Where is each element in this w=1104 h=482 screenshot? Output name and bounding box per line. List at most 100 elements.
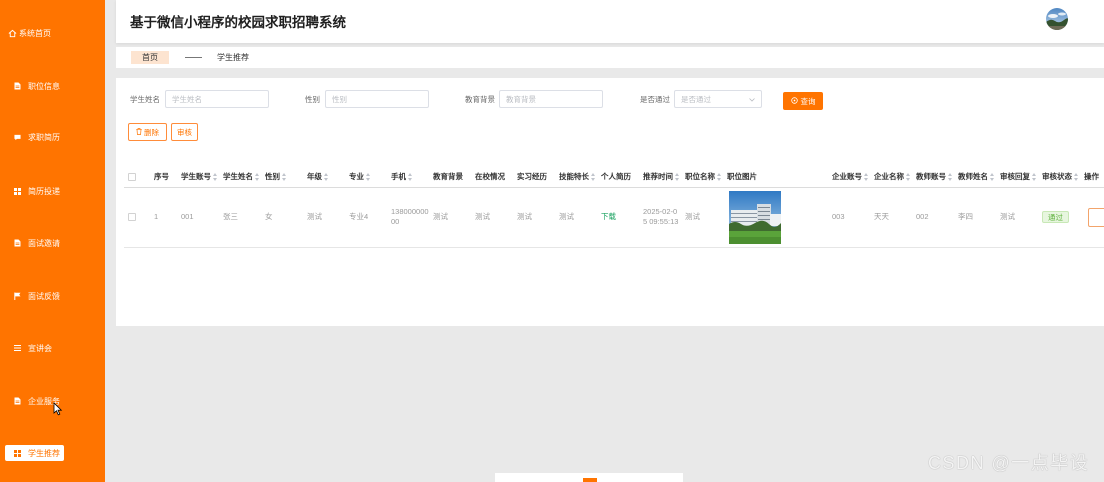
cell-company-name: 天天 (870, 187, 912, 248)
search-button[interactable]: 查询 (783, 92, 823, 110)
col-teacher-account[interactable]: 教师账号 (912, 167, 954, 188)
col-label: 个人简历 (601, 171, 631, 181)
col-major[interactable]: 专业 (345, 167, 387, 188)
education-input[interactable] (499, 90, 603, 108)
home-icon (8, 29, 17, 38)
col-company-name[interactable]: 企业名称 (870, 167, 912, 188)
col-phone[interactable]: 手机 (387, 167, 429, 188)
sort-icon[interactable] (255, 172, 260, 181)
sidebar-item-label: 学生推荐 (28, 448, 60, 458)
select-all-cell[interactable] (124, 167, 150, 188)
col-label: 教师姓名 (958, 171, 988, 181)
sidebar-item-home[interactable]: 系统首页 (0, 24, 105, 42)
col-label: 专业 (349, 171, 364, 181)
chevron-down-icon (749, 95, 755, 104)
flag-icon (14, 292, 21, 300)
col-skills[interactable]: 技能特长 (555, 167, 597, 188)
student-name-label: 学生姓名 (130, 95, 160, 104)
document-icon (14, 239, 21, 247)
row-select-cell[interactable] (124, 187, 150, 248)
sidebar-item-label: 面试邀请 (28, 238, 60, 248)
trash-icon (136, 127, 142, 137)
col-company-account[interactable]: 企业账号 (828, 167, 870, 188)
sort-icon[interactable] (990, 172, 995, 181)
cell-student-account: 001 (177, 187, 219, 248)
passed-select[interactable]: 是否通过 (674, 90, 762, 108)
col-label: 年级 (307, 171, 322, 181)
row-checkbox[interactable] (128, 213, 136, 222)
sort-icon[interactable] (948, 172, 953, 181)
sort-icon[interactable] (213, 172, 218, 181)
grid-icon (14, 187, 21, 195)
sort-icon[interactable] (324, 172, 329, 181)
row-action-button[interactable] (1088, 207, 1104, 227)
student-name-input[interactable] (165, 90, 269, 108)
mouse-cursor-icon (53, 402, 63, 416)
col-review-reply[interactable]: 审核回复 (996, 167, 1038, 188)
gender-input[interactable] (325, 90, 429, 108)
delete-button[interactable]: 删除 (128, 123, 167, 141)
education-label: 教育背景 (465, 95, 495, 104)
sort-icon[interactable] (408, 172, 413, 181)
sort-icon[interactable] (906, 172, 911, 181)
col-resume: 个人简历 (597, 167, 639, 188)
sort-icon[interactable] (591, 172, 596, 181)
col-label: 操作 (1084, 171, 1099, 181)
col-label: 职位图片 (727, 171, 757, 181)
sidebar-item-applications[interactable]: 简历投递 (0, 182, 105, 200)
select-all-checkbox[interactable] (128, 172, 136, 181)
col-recommend-time[interactable]: 推荐时间 (639, 167, 681, 188)
grid-icon (14, 449, 21, 457)
col-gender[interactable]: 性别 (261, 167, 303, 188)
sort-icon[interactable] (717, 172, 722, 181)
sort-icon[interactable] (282, 172, 287, 181)
sort-icon[interactable] (675, 172, 680, 181)
sidebar-item-interview-feedback[interactable]: 面试反馈 (0, 287, 105, 305)
tab-student-recommend[interactable]: 学生推荐 (217, 51, 249, 64)
resume-download-link[interactable]: 下载 (601, 212, 616, 221)
col-operation: 操作 (1080, 167, 1104, 188)
sort-icon[interactable] (864, 172, 869, 181)
sidebar-item-resumes[interactable]: 求职简历 (0, 128, 105, 146)
avatar[interactable] (1046, 8, 1068, 30)
col-label: 实习经历 (517, 171, 547, 181)
col-label: 企业名称 (874, 171, 904, 181)
cell-major: 专业4 (345, 187, 387, 248)
col-review-status[interactable]: 审核状态 (1038, 167, 1080, 188)
pagination (495, 473, 683, 482)
col-grade[interactable]: 年级 (303, 167, 345, 188)
sidebar-item-positions[interactable]: 职位信息 (0, 77, 105, 95)
review-button-label: 审核 (177, 127, 192, 137)
col-label: 审核状态 (1042, 171, 1072, 181)
col-label: 学生姓名 (223, 171, 253, 181)
sidebar-item-student-recommend[interactable]: 学生推荐 (5, 445, 64, 461)
col-label: 在校情况 (475, 171, 505, 181)
cell-grade: 测试 (303, 187, 345, 248)
sort-icon[interactable] (366, 172, 371, 181)
sidebar-item-label: 简历投递 (28, 186, 60, 196)
review-button[interactable]: 审核 (171, 123, 198, 141)
watermark: CSDN @一点毕设 (928, 453, 1090, 473)
table-row[interactable]: 1 001 张三 女 测试 专业4 13800000000 测试 测试 测试 测… (124, 187, 1104, 248)
cell-student-name: 张三 (219, 187, 261, 248)
position-image[interactable] (729, 190, 781, 244)
sort-icon[interactable] (1074, 172, 1079, 181)
col-student-account[interactable]: 学生账号 (177, 167, 219, 188)
pagination-current-page[interactable] (583, 478, 597, 482)
sort-icon[interactable] (1032, 172, 1037, 181)
sidebar-item-seminars[interactable]: 宣讲会 (0, 339, 105, 357)
col-label: 性别 (265, 171, 280, 181)
sidebar-item-interview-invites[interactable]: 面试邀请 (0, 234, 105, 252)
col-student-name[interactable]: 学生姓名 (219, 167, 261, 188)
tab-home[interactable]: 首页 (131, 51, 169, 64)
col-position-image: 职位图片 (723, 167, 828, 188)
sidebar-item-label: 宣讲会 (28, 343, 52, 353)
col-label: 企业账号 (832, 171, 862, 181)
col-teacher-name[interactable]: 教师姓名 (954, 167, 996, 188)
col-label: 手机 (391, 171, 406, 181)
col-education: 教育背景 (429, 167, 471, 188)
col-position-name[interactable]: 职位名称 (681, 167, 723, 188)
gender-label: 性别 (305, 95, 320, 104)
document-icon (14, 397, 21, 405)
cell-gender: 女 (261, 187, 303, 248)
